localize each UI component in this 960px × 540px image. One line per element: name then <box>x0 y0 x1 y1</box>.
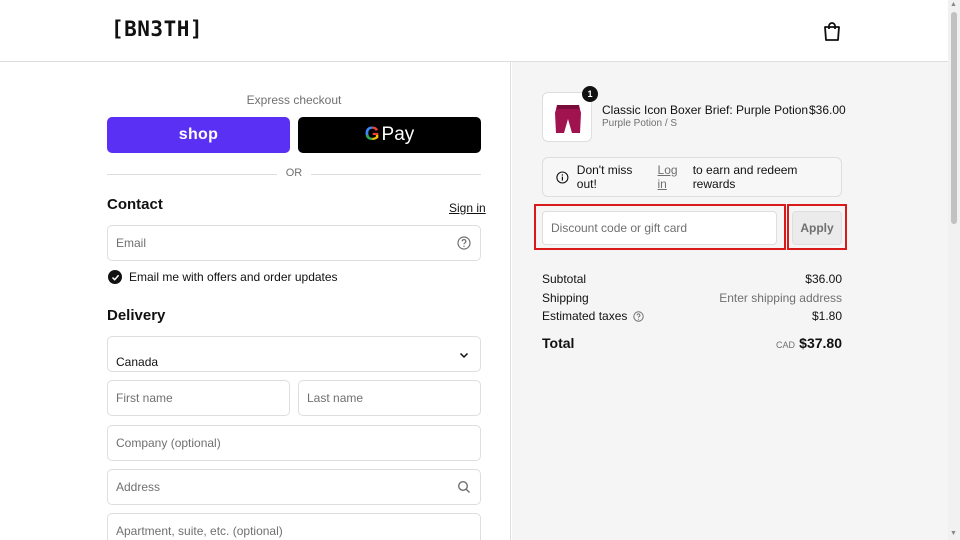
email-placeholder: Email <box>116 236 147 250</box>
order-summary: 1 Classic Icon Boxer Brief: Purple Potio… <box>512 62 948 540</box>
taxes-label: Estimated taxes <box>542 309 628 323</box>
help-circle-icon[interactable] <box>457 236 471 250</box>
first-name-placeholder: First name <box>116 391 173 405</box>
product-price: $36.00 <box>809 103 846 117</box>
google-pay-button[interactable]: G Pay <box>298 117 481 153</box>
subtotal-label: Subtotal <box>542 272 587 286</box>
company-field[interactable]: Company (optional) <box>107 425 481 461</box>
taxes-row: Estimated taxes $1.80 <box>542 309 842 323</box>
express-checkout-label: Express checkout <box>246 93 342 107</box>
divider-line <box>311 174 481 175</box>
apply-highlight: Apply <box>787 204 847 250</box>
page-scrollbar[interactable]: ▲ ▼ <box>948 0 960 540</box>
shop-pay-button[interactable]: shop <box>107 117 290 153</box>
info-icon <box>556 170 569 184</box>
shipping-value: Enter shipping address <box>719 291 842 305</box>
delivery-title: Delivery <box>107 307 166 324</box>
product-name: Classic Icon Boxer Brief: Purple Potion <box>602 103 809 117</box>
product-thumbnail: 1 <box>542 86 598 142</box>
brand-logo[interactable]: [BN3TH] <box>111 17 203 41</box>
country-value: Canada <box>116 355 159 369</box>
scroll-down-icon[interactable]: ▼ <box>950 530 957 537</box>
shipping-row: Shipping Enter shipping address <box>542 291 842 305</box>
shipping-label: Shipping <box>542 291 589 305</box>
help-circle-icon[interactable] <box>633 310 645 322</box>
rewards-suffix: to earn and redeem rewards <box>692 163 798 191</box>
total-value: $37.80 <box>799 335 842 351</box>
first-name-field[interactable]: First name <box>107 380 290 416</box>
or-divider: OR <box>107 167 481 181</box>
shop-pay-label: shop <box>178 126 219 143</box>
chevron-down-icon <box>459 352 469 359</box>
search-icon[interactable] <box>457 480 471 494</box>
product-variant: Purple Potion / S <box>602 118 678 129</box>
checkout-header: [BN3TH] <box>0 0 948 62</box>
google-pay-label: Pay <box>381 124 415 145</box>
subtotal-value: $36.00 <box>805 272 842 286</box>
discount-highlight: Discount code or gift card <box>534 204 786 250</box>
log-in-link[interactable]: Log in <box>658 163 690 191</box>
scroll-up-icon[interactable]: ▲ <box>950 1 957 8</box>
quantity-badge: 1 <box>582 86 598 102</box>
address-placeholder: Address <box>116 480 161 494</box>
checkmark-icon[interactable] <box>108 270 122 284</box>
company-placeholder: Company (optional) <box>116 436 221 450</box>
email-field[interactable]: Email <box>107 225 481 261</box>
sign-in-link[interactable]: Sign in <box>449 201 486 215</box>
email-offers-checkbox[interactable]: Email me with offers and order updates <box>108 269 338 285</box>
apartment-field[interactable]: Apartment, suite, etc. (optional) <box>107 513 481 540</box>
country-select[interactable]: Canada <box>107 336 481 372</box>
discount-placeholder: Discount code or gift card <box>551 221 688 235</box>
rewards-prefix: Don't miss out! <box>576 163 633 191</box>
discount-code-input[interactable]: Discount code or gift card <box>542 211 777 245</box>
apply-label: Apply <box>800 221 834 235</box>
currency-code: CAD <box>775 340 795 350</box>
total-row: Total CAD $37.80 <box>542 335 842 351</box>
checkout-form: Express checkout shop G Pay OR Contact S… <box>0 62 511 540</box>
rewards-banner: Don't miss out! Log in to earn and redee… <box>542 157 842 197</box>
scrollbar-thumb[interactable] <box>951 12 957 224</box>
subtotal-row: Subtotal $36.00 <box>542 272 842 286</box>
total-label: Total <box>542 335 575 351</box>
last-name-field[interactable]: Last name <box>298 380 481 416</box>
address-field[interactable]: Address <box>107 469 481 505</box>
apply-button[interactable]: Apply <box>792 211 842 245</box>
shopping-bag-icon[interactable] <box>823 21 841 41</box>
taxes-value: $1.80 <box>811 309 842 323</box>
email-offers-label: Email me with offers and order updates <box>129 270 338 284</box>
contact-title: Contact <box>107 196 163 213</box>
or-label: OR <box>285 167 303 179</box>
google-g-icon: G <box>364 124 380 145</box>
last-name-placeholder: Last name <box>307 391 364 405</box>
apartment-placeholder: Apartment, suite, etc. (optional) <box>116 524 283 538</box>
